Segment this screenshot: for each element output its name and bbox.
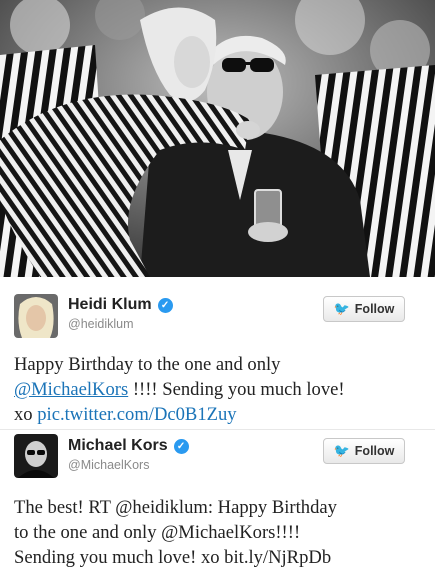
tweet-text-line: The best! RT @heidiklum: Happy Birthday [14, 497, 337, 518]
username-handle[interactable]: @MichaelKors [68, 458, 149, 472]
verified-badge-icon: ✓ [157, 298, 173, 313]
follow-button-label: Follow [354, 302, 395, 316]
avatar[interactable] [14, 294, 58, 338]
follow-button[interactable]: 🐦 Follow [323, 438, 405, 464]
display-name-text: Michael Kors [68, 437, 168, 454]
tweet-text-line: xo [14, 404, 38, 425]
display-name[interactable]: Heidi Klum ✓ [68, 296, 173, 314]
verified-badge-icon: ✓ [173, 439, 189, 454]
tweet-heidi-klum: Heidi Klum ✓ @heidiklum 🐦 Follow Happy Bi… [0, 284, 435, 429]
twitter-bird-icon: 🐦 [333, 443, 350, 458]
header-photo [0, 0, 435, 277]
tweet-text: The best! RT @heidiklum: Happy Birthday … [14, 495, 429, 570]
photo-link[interactable]: pic.twitter.com/Dc0B1Zuy [37, 404, 236, 425]
avatar-image [14, 294, 58, 338]
tweet-michael-kors: Michael Kors ✓ @MichaelKors 🐦 Follow The … [0, 430, 435, 580]
tweet-text-line: to the one and only @MichaelKors!!!! [14, 522, 301, 543]
avatar[interactable] [14, 434, 58, 478]
display-name[interactable]: Michael Kors ✓ [68, 437, 189, 455]
photo-illustration [0, 0, 435, 277]
tweet-text: Happy Birthday to the one and only @Mich… [14, 352, 429, 427]
username-handle[interactable]: @heidiklum [68, 317, 134, 331]
mention-link[interactable]: @MichaelKors [14, 379, 128, 400]
tweet-text-line: !!!! Sending you much love! [128, 379, 345, 400]
follow-button-label: Follow [354, 444, 395, 458]
follow-button[interactable]: 🐦 Follow [323, 296, 405, 322]
tweet-text-line: Happy Birthday to the one and only [14, 354, 281, 375]
display-name-text: Heidi Klum [68, 296, 152, 313]
twitter-bird-icon: 🐦 [333, 301, 350, 316]
tweet-text-line: Sending you much love! xo bit.ly/NjRpDb [14, 547, 332, 568]
avatar-image [14, 434, 58, 478]
